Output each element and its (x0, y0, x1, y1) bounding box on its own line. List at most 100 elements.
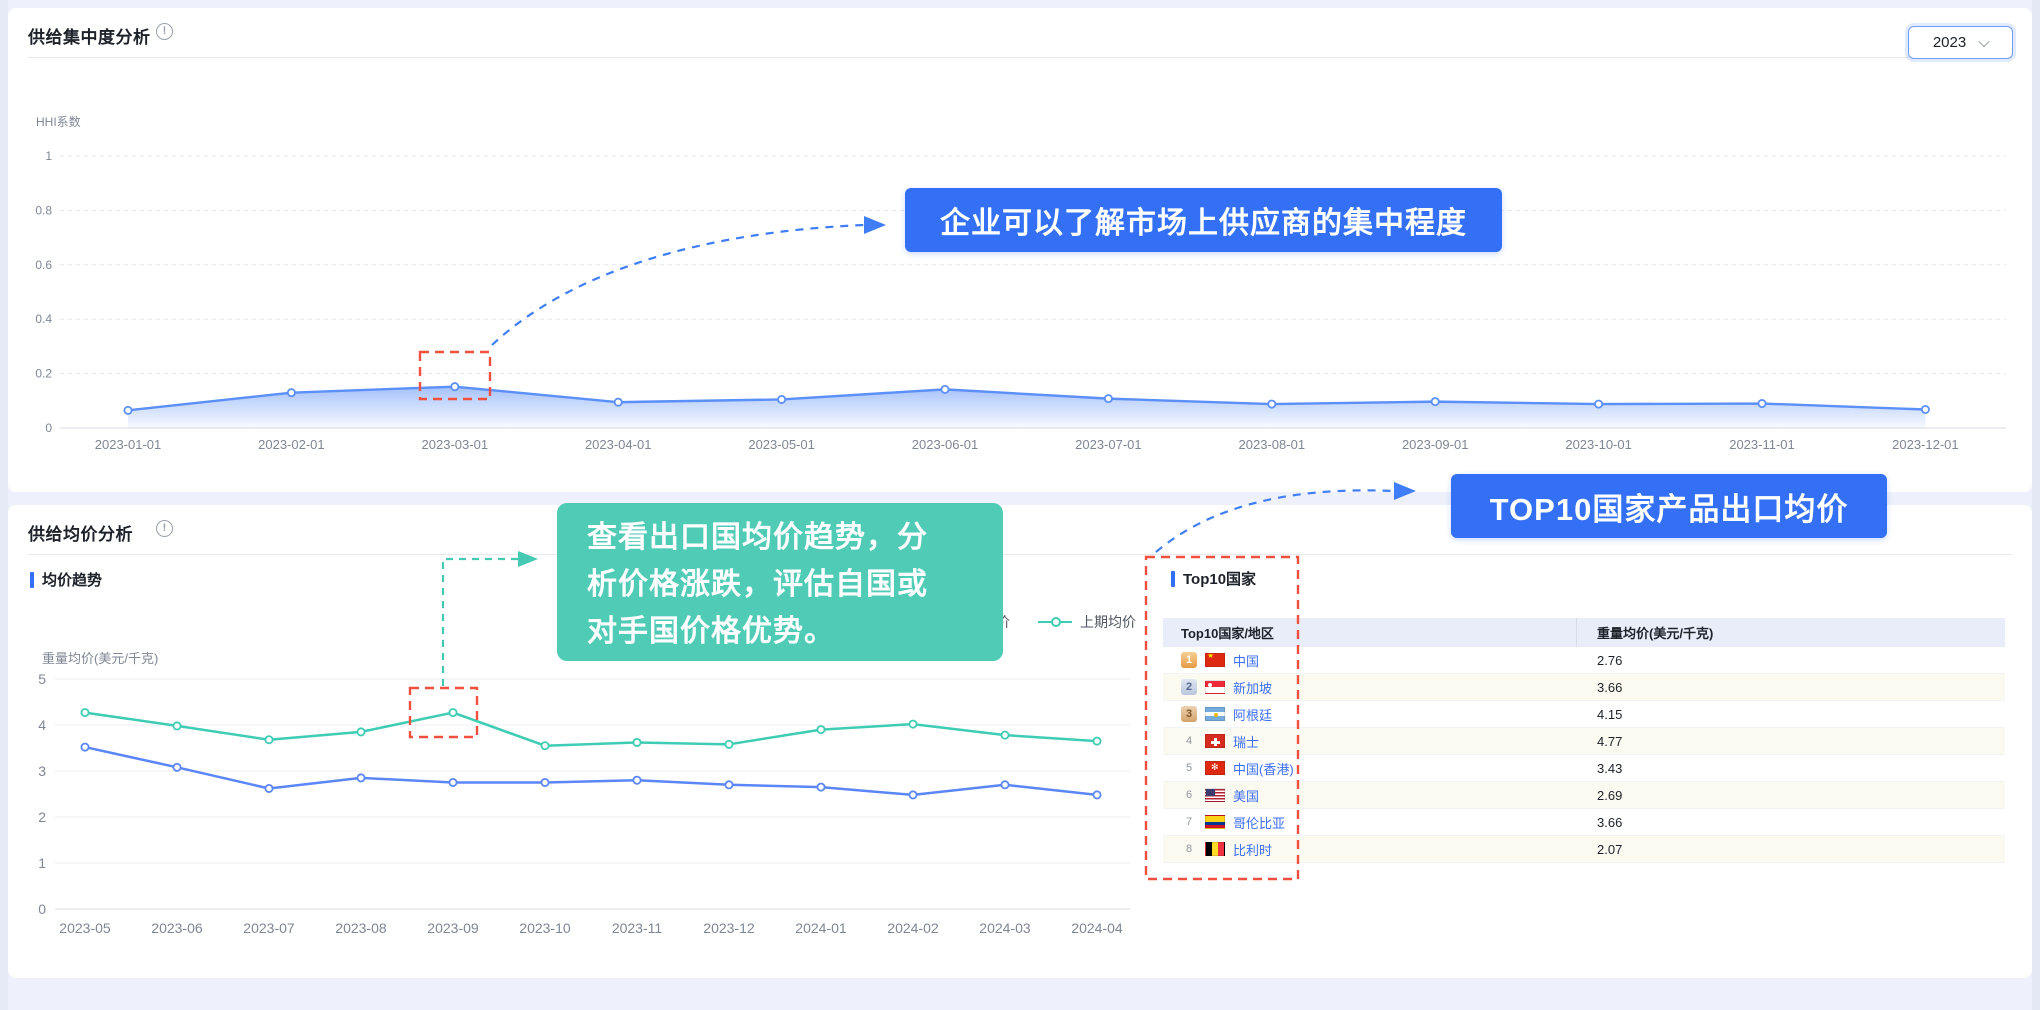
year-select-value: 2023 (1933, 34, 1966, 51)
avg-price-value: 2.07 (1577, 842, 2005, 857)
year-select[interactable]: 2023 (1908, 26, 2013, 59)
country-link[interactable]: 中国 (1233, 651, 1259, 670)
avg-price-value: 4.77 (1577, 734, 2005, 749)
country-link[interactable]: 新加坡 (1233, 678, 1272, 697)
svg-text:1: 1 (45, 149, 52, 163)
callout-price-trend: 查看出口国均价趋势，分 析价格涨跌，评估自国或 对手国价格优势。 (557, 503, 1003, 661)
flag-icon-ar (1205, 707, 1225, 721)
section-bar (30, 572, 34, 588)
svg-text:0.2: 0.2 (35, 367, 52, 381)
table-row: 6 美国 2.69 (1163, 782, 2005, 809)
svg-text:2023-08: 2023-08 (335, 920, 387, 936)
svg-text:2023-10-01: 2023-10-01 (1565, 437, 1632, 452)
svg-text:HHI系数: HHI系数 (36, 114, 81, 129)
callout-top10-export-price: TOP10国家产品出口均价 (1451, 474, 1887, 538)
panel1-title: 供给集中度分析 (28, 23, 151, 48)
col-header-country: Top10国家/地区 (1163, 618, 1577, 647)
svg-text:2023-09: 2023-09 (427, 920, 479, 936)
rank-badge: 4 (1181, 733, 1197, 749)
flag-icon-us (1205, 788, 1225, 802)
svg-text:2023-12: 2023-12 (703, 920, 755, 936)
top10-table: Top10国家/地区 重量均价(美元/千克) 1 中国 2.76 2 新加坡 3.66 3 阿… (1163, 618, 2005, 863)
country-link[interactable]: 瑞士 (1233, 732, 1259, 751)
legend-marker-icon (1038, 621, 1072, 623)
rank-badge: 7 (1181, 814, 1197, 830)
svg-text:2023-11: 2023-11 (612, 920, 663, 936)
svg-text:3: 3 (38, 763, 46, 779)
info-icon[interactable]: ! (156, 23, 173, 40)
callout-concentration: 企业可以了解市场上供应商的集中程度 (905, 188, 1502, 252)
svg-text:4: 4 (38, 717, 46, 733)
avg-price-value: 3.43 (1577, 761, 2005, 776)
supply-avg-price-panel: 供给均价分析 ! 均价趋势 本期均价 上期均价 012345重量均价(美元/千克… (8, 505, 2032, 978)
country-link[interactable]: 美国 (1233, 786, 1259, 805)
divider (28, 57, 2012, 58)
svg-text:0: 0 (38, 901, 46, 917)
svg-text:0.6: 0.6 (35, 258, 52, 272)
country-link[interactable]: 比利时 (1233, 840, 1272, 859)
table-row: 4 瑞士 4.77 (1163, 728, 2005, 755)
svg-text:2023-11-01: 2023-11-01 (1729, 437, 1795, 452)
svg-text:2023-08-01: 2023-08-01 (1239, 437, 1306, 452)
flag-icon-cn (1205, 653, 1225, 667)
svg-text:2024-02: 2024-02 (887, 920, 939, 936)
avg-price-value: 3.66 (1577, 680, 2005, 695)
country-link[interactable]: 中国(香港) (1233, 759, 1294, 778)
legend-item-previous[interactable]: 上期均价 (1038, 612, 1136, 632)
rank-badge: 8 (1181, 841, 1197, 857)
svg-text:2023-06-01: 2023-06-01 (912, 437, 979, 452)
flag-icon-hk (1205, 761, 1225, 775)
svg-text:2024-01: 2024-01 (795, 920, 847, 936)
table-row: 2 新加坡 3.66 (1163, 674, 2005, 701)
svg-text:0: 0 (45, 421, 52, 435)
svg-text:2023-04-01: 2023-04-01 (585, 437, 652, 452)
flag-icon-sg (1205, 680, 1225, 694)
svg-text:2023-01-01: 2023-01-01 (95, 437, 162, 452)
rank-badge: 3 (1181, 706, 1197, 722)
info-icon[interactable]: ! (156, 520, 173, 537)
svg-text:2: 2 (38, 809, 46, 825)
svg-text:2023-12-01: 2023-12-01 (1892, 437, 1959, 452)
flag-icon-co (1205, 815, 1225, 829)
svg-text:重量均价(美元/千克): 重量均价(美元/千克) (42, 651, 158, 666)
avg-price-value: 2.69 (1577, 788, 2005, 803)
svg-text:2023-07-01: 2023-07-01 (1075, 437, 1142, 452)
svg-text:2023-10: 2023-10 (519, 920, 571, 936)
svg-text:5: 5 (38, 671, 46, 687)
country-link[interactable]: 阿根廷 (1233, 705, 1272, 724)
svg-text:1: 1 (38, 855, 46, 871)
panel1-header: 供给集中度分析 ! (8, 8, 2032, 58)
section-bar (1171, 571, 1175, 587)
section-avg-price-trend: 均价趋势 (30, 569, 102, 590)
svg-text:2023-03-01: 2023-03-01 (422, 437, 489, 452)
avg-price-value: 4.15 (1577, 707, 2005, 722)
svg-text:2024-04: 2024-04 (1071, 920, 1123, 936)
svg-text:2023-05-01: 2023-05-01 (748, 437, 815, 452)
svg-text:0.4: 0.4 (35, 312, 52, 326)
svg-text:0.8: 0.8 (35, 203, 52, 217)
rank-badge: 2 (1181, 679, 1197, 695)
svg-text:2023-05: 2023-05 (59, 920, 111, 936)
left-edge-strip (0, 0, 8, 1010)
table-row: 7 哥伦比亚 3.66 (1163, 809, 2005, 836)
svg-text:2024-03: 2024-03 (979, 920, 1031, 936)
rank-badge: 5 (1181, 760, 1197, 776)
divider (28, 554, 2012, 555)
country-link[interactable]: 哥伦比亚 (1233, 813, 1285, 832)
flag-icon-be (1205, 842, 1225, 856)
rank-badge: 1 (1181, 652, 1197, 668)
chevron-down-icon (1979, 35, 1990, 46)
svg-text:2023-07: 2023-07 (243, 920, 295, 936)
table-header: Top10国家/地区 重量均价(美元/千克) (1163, 618, 2005, 647)
svg-text:2023-09-01: 2023-09-01 (1402, 437, 1469, 452)
rank-badge: 6 (1181, 787, 1197, 803)
panel2-title: 供给均价分析 (28, 520, 133, 545)
avg-price-value: 2.76 (1577, 653, 2005, 668)
avg-price-value: 3.66 (1577, 815, 2005, 830)
table-row: 3 阿根廷 4.15 (1163, 701, 2005, 728)
table-row: 1 中国 2.76 (1163, 647, 2005, 674)
svg-text:2023-06: 2023-06 (151, 920, 203, 936)
right-scrollbar-strip[interactable] (2032, 0, 2040, 1010)
svg-text:2023-02-01: 2023-02-01 (258, 437, 325, 452)
section-top10-countries: Top10国家 (1171, 568, 1256, 589)
